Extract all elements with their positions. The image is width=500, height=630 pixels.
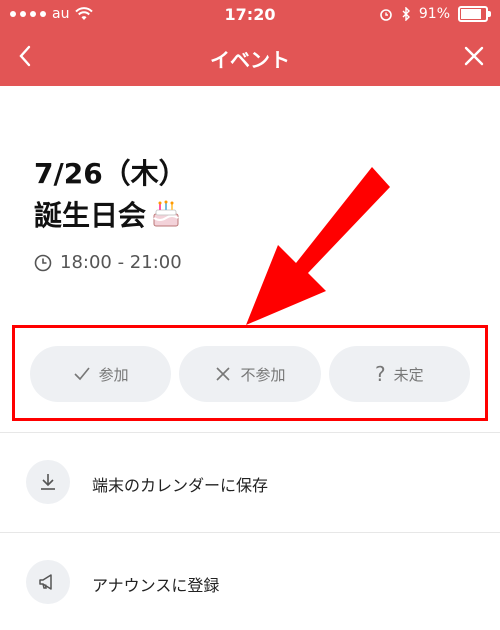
rsvp-buttons: 参加 不参加 ? 未定: [30, 346, 470, 402]
divider: [0, 432, 500, 433]
register-announce-row[interactable]: アナウンスに登録: [0, 534, 500, 630]
attend-button[interactable]: 参加: [30, 346, 172, 402]
event-time-row: 18:00 - 21:00: [34, 252, 182, 273]
event-time: 18:00 - 21:00: [60, 252, 182, 273]
clock-icon: [34, 254, 52, 271]
event-date: 7/26（木）: [34, 157, 187, 190]
save-calendar-row[interactable]: 端末のカレンダーに保存: [0, 434, 500, 530]
divider: [0, 532, 500, 533]
check-icon: [74, 367, 90, 381]
download-icon: [41, 474, 55, 490]
status-right: 91%: [379, 6, 491, 22]
close-icon[interactable]: [462, 44, 486, 68]
event-title-row: 誕生日会: [34, 194, 182, 234]
megaphone-icon-circle: [26, 560, 70, 604]
cross-icon: [216, 367, 231, 381]
status-bar: au 17:20 91%: [0, 0, 500, 30]
download-icon-circle: [26, 460, 70, 504]
attend-label: 参加: [98, 365, 129, 384]
alarm-icon: [380, 9, 392, 21]
decline-label: 不参加: [240, 365, 286, 384]
undecided-button[interactable]: ? 未定: [328, 346, 470, 402]
red-arrow-annotation: [246, 167, 390, 325]
question-icon: ?: [375, 362, 386, 386]
decline-button[interactable]: 不参加: [179, 346, 321, 402]
save-calendar-label: 端末のカレンダーに保存: [92, 476, 269, 495]
battery-percent: 91%: [418, 6, 450, 22]
event-title: 誕生日会: [34, 199, 147, 232]
bluetooth-icon: [402, 7, 410, 21]
nav-bar: イベント: [0, 30, 500, 86]
app-header: au 17:20 91% イベント: [0, 0, 500, 86]
battery-icon: [458, 6, 491, 22]
page-title: イベント: [210, 48, 290, 72]
megaphone-icon: [39, 574, 52, 590]
cake-icon: [153, 200, 179, 227]
undecided-label: 未定: [393, 365, 424, 384]
register-announce-label: アナウンスに登録: [92, 576, 220, 595]
